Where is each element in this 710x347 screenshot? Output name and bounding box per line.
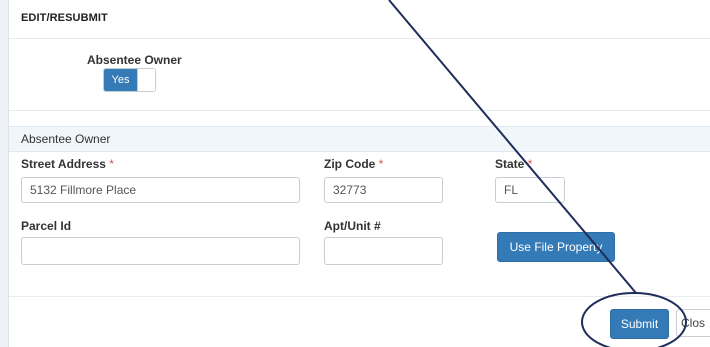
parcel-id-label: Parcel Id [21, 219, 72, 233]
panel-title: EDIT/RESUBMIT [21, 12, 108, 24]
divider [9, 110, 710, 111]
section-header: Absentee Owner [9, 126, 710, 152]
absentee-owner-toggle[interactable]: Yes [103, 68, 156, 92]
submit-button[interactable]: Submit [610, 309, 669, 339]
zip-code-input[interactable]: 32773 [324, 177, 443, 203]
toggle-knob [137, 69, 155, 91]
apt-unit-input[interactable] [324, 237, 443, 265]
divider [9, 38, 710, 39]
section-title: Absentee Owner [21, 132, 111, 146]
use-file-property-button[interactable]: Use File Property [497, 232, 615, 262]
toggle-on-label: Yes [104, 69, 137, 91]
street-address-input[interactable]: 5132 Fillmore Place [21, 177, 300, 203]
state-label: State * [495, 157, 533, 171]
state-input[interactable]: FL [495, 177, 565, 203]
zip-code-label: Zip Code * [324, 157, 384, 171]
absentee-owner-toggle-label: Absentee Owner [87, 53, 182, 67]
apt-unit-label: Apt/Unit # [324, 219, 381, 233]
edit-resubmit-panel: EDIT/RESUBMIT Absentee Owner Yes Absente… [8, 0, 710, 347]
street-address-label: Street Address * [21, 157, 114, 171]
close-button[interactable]: Clos [676, 309, 710, 337]
footer-divider [9, 296, 710, 297]
parcel-id-input[interactable] [21, 237, 300, 265]
